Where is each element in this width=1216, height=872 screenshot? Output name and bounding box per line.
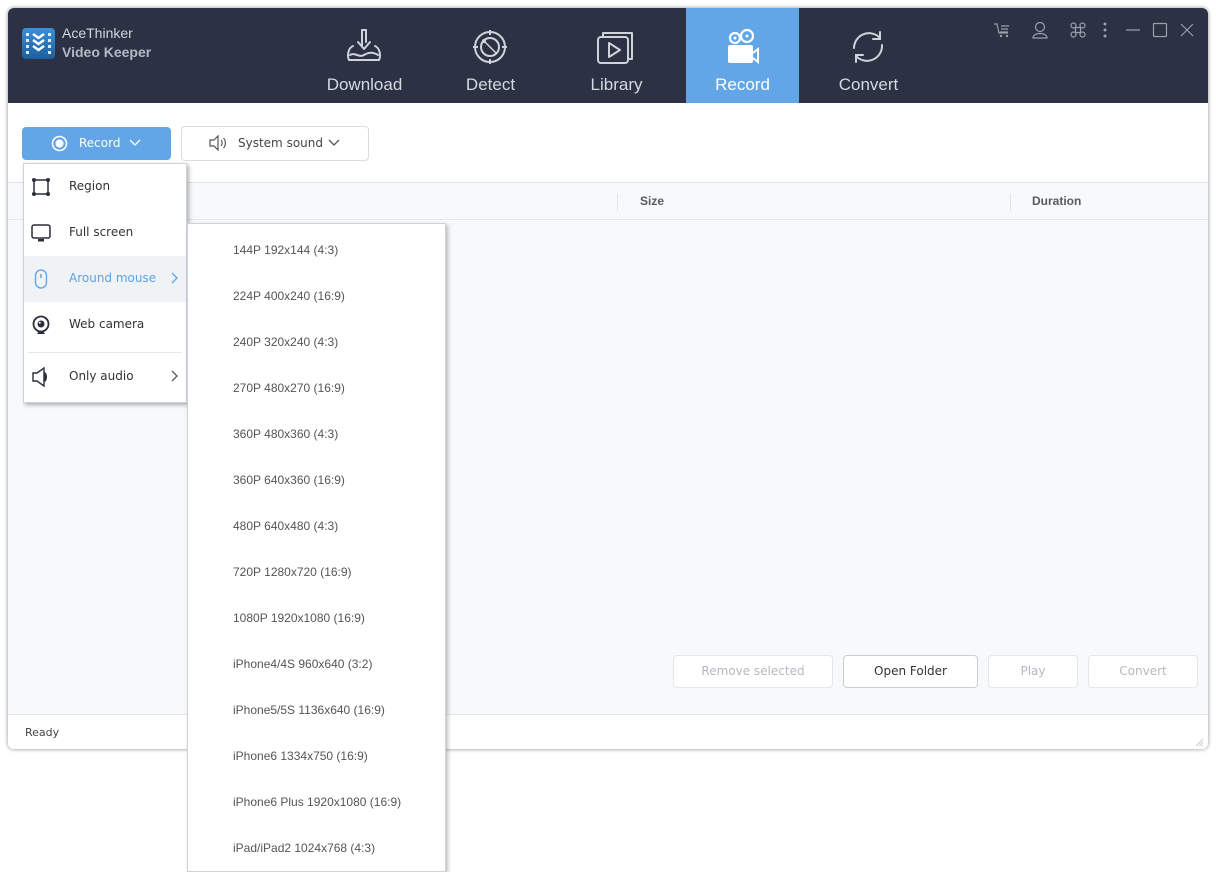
chevron-right-icon <box>171 370 178 382</box>
resolution-option[interactable]: 480P 640x480 (4:3) <box>188 502 445 548</box>
resolution-option[interactable]: iPad/iPad2 1024x768 (4:3) <box>188 824 445 870</box>
menu-item-label: Region <box>69 179 111 193</box>
menu-item-label: Web camera <box>69 317 145 331</box>
resolution-option-label: iPhone4/4S 960x640 (3:2) <box>233 657 373 671</box>
download-icon <box>347 29 381 61</box>
speaker-icon <box>32 366 47 388</box>
resolution-option-label: iPhone6 1334x750 (16:9) <box>233 749 368 763</box>
monitor-icon <box>31 224 51 242</box>
speaker-icon <box>209 135 226 151</box>
resize-grip-icon[interactable] <box>1194 737 1204 747</box>
resolution-option-label: iPhone6 Plus 1920x1080 (16:9) <box>233 795 402 809</box>
tab-convert-label: Convert <box>838 75 899 94</box>
detect-icon <box>473 30 507 64</box>
resolution-option[interactable]: 240P 320x240 (4:3) <box>188 318 445 364</box>
resolution-option-label: 270P 480x270 (16:9) <box>233 381 345 395</box>
cart-icon[interactable] <box>992 20 1012 40</box>
title-bar: AceThinker Video Keeper Download Detect … <box>8 8 1208 103</box>
resolution-option-label: 1080P 1920x1080 (16:9) <box>233 611 365 625</box>
menu-divider <box>28 352 182 353</box>
more-icon[interactable] <box>1095 20 1115 40</box>
resolution-option[interactable]: iPhone6 Plus 1920x1080 (16:9) <box>188 778 445 824</box>
open-folder-button[interactable]: Open Folder <box>843 655 978 688</box>
resolution-option[interactable]: 270P 480x270 (16:9) <box>188 364 445 410</box>
app-name-line1: AceThinker <box>62 25 133 41</box>
menu-item-region[interactable]: Region <box>24 164 186 210</box>
resolution-option-label: 360P 640x360 (16:9) <box>233 473 345 487</box>
resolution-submenu: 144P 192x144 (4:3) 224P 400x240 (16:9) 240… <box>187 223 446 872</box>
mouse-icon <box>34 269 48 289</box>
system-sound-dropdown[interactable]: System sound <box>181 126 369 161</box>
convert-icon <box>853 31 884 63</box>
resolution-option-label: 720P 1280x720 (16:9) <box>233 565 352 579</box>
resolution-option[interactable]: 720P 1280x720 (16:9) <box>188 548 445 594</box>
command-icon[interactable] <box>1068 20 1088 40</box>
chevron-down-icon <box>328 139 340 146</box>
minimize-icon[interactable] <box>1123 20 1143 40</box>
menu-item-label: Around mouse <box>69 271 157 285</box>
menu-item-web-camera[interactable]: Web camera <box>24 302 186 348</box>
tab-library[interactable]: Library <box>560 8 673 103</box>
column-header-size[interactable]: Size <box>640 194 664 208</box>
app-name-line2: Video Keeper <box>62 44 152 60</box>
record-dropdown-button[interactable]: Record <box>22 127 171 160</box>
chevron-right-icon <box>171 272 178 284</box>
library-icon <box>597 32 633 64</box>
resolution-option[interactable]: 224P 400x240 (16:9) <box>188 272 445 318</box>
column-header-duration[interactable]: Duration <box>1032 194 1081 208</box>
resolution-option[interactable]: iPhone4/4S 960x640 (3:2) <box>188 640 445 686</box>
resolution-option-label: 360P 480x360 (4:3) <box>233 427 339 441</box>
tab-detect-label: Detect <box>465 75 516 94</box>
app-name: AceThinker Video Keeper <box>62 24 151 62</box>
resolution-option-label: iPhone5/5S 1136x640 (16:9) <box>233 703 385 717</box>
resolution-option[interactable]: 360P 640x360 (16:9) <box>188 456 445 502</box>
webcam-icon <box>32 315 50 334</box>
menu-item-label: Full screen <box>69 225 134 239</box>
chevron-down-icon <box>129 139 141 146</box>
resolution-option[interactable]: 1080P 1920x1080 (16:9) <box>188 594 445 640</box>
status-text: Ready <box>25 726 60 739</box>
tab-detect[interactable]: Detect <box>434 8 547 103</box>
tab-library-label: Library <box>590 75 643 94</box>
resolution-option[interactable]: iPhone5/5S 1136x640 (16:9) <box>188 686 445 732</box>
video-camera-icon <box>728 28 759 65</box>
list-header: Size Duration <box>8 183 1208 220</box>
column-separator <box>617 194 618 211</box>
convert-button[interactable]: Convert <box>1088 655 1198 688</box>
resolution-option-label: 480P 640x480 (4:3) <box>233 519 339 533</box>
record-icon <box>51 135 68 152</box>
tab-record[interactable]: Record <box>686 8 799 103</box>
resolution-option[interactable]: iPhone6 1334x750 (16:9) <box>188 732 445 778</box>
resolution-option-label: 240P 320x240 (4:3) <box>233 335 339 349</box>
tab-download[interactable]: Download <box>308 8 421 103</box>
tab-convert[interactable]: Convert <box>812 8 925 103</box>
play-button[interactable]: Play <box>988 655 1078 688</box>
record-button-label: Record <box>79 136 121 150</box>
column-separator <box>1010 194 1011 211</box>
resolution-option-label: 144P 192x144 (4:3) <box>233 243 339 257</box>
region-icon <box>32 178 50 196</box>
resolution-option[interactable]: 144P 192x144 (4:3) <box>188 226 445 272</box>
record-mode-menu: Region Full screen Around mouse Web came… <box>23 163 187 403</box>
tab-record-label: Record <box>715 75 770 94</box>
resolution-option-label: 224P 400x240 (16:9) <box>233 289 345 303</box>
menu-item-around-mouse[interactable]: Around mouse <box>24 256 186 302</box>
remove-selected-button[interactable]: Remove selected <box>673 655 833 688</box>
close-icon[interactable] <box>1177 20 1197 40</box>
app-logo-icon <box>22 28 55 59</box>
user-icon[interactable] <box>1030 20 1050 40</box>
menu-item-label: Only audio <box>69 369 134 383</box>
maximize-icon[interactable] <box>1150 20 1170 40</box>
menu-item-only-audio[interactable]: Only audio <box>24 354 186 400</box>
menu-item-full-screen[interactable]: Full screen <box>24 210 186 256</box>
system-sound-label: System sound <box>238 136 323 150</box>
resolution-option[interactable]: 360P 480x360 (4:3) <box>188 410 445 456</box>
tab-download-label: Download <box>326 75 403 94</box>
resolution-option-label: iPad/iPad2 1024x768 (4:3) <box>233 841 376 855</box>
